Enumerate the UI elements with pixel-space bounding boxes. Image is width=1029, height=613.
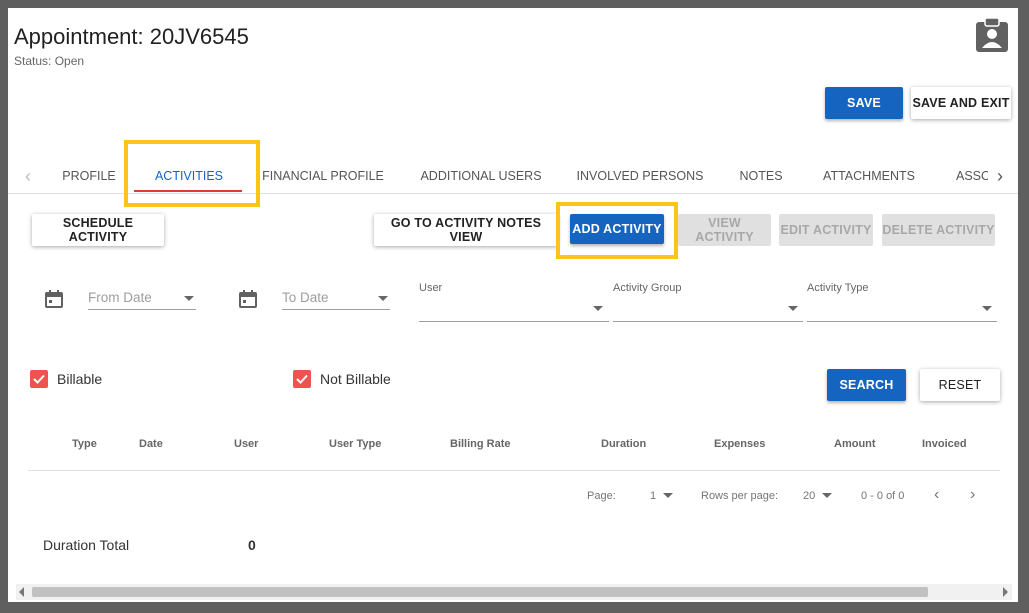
chevron-right-icon[interactable]: ›	[990, 158, 1010, 194]
reset-button[interactable]: RESET	[920, 369, 1000, 401]
status-text: Status: Open	[14, 54, 85, 68]
search-button[interactable]: SEARCH	[827, 369, 906, 401]
checkmark-icon	[33, 374, 45, 384]
to-date-field[interactable]: To Date	[282, 288, 390, 310]
column-header-amount[interactable]: Amount	[834, 438, 876, 450]
not-billable-label: Not Billable	[320, 371, 391, 387]
rows-per-page-label: Rows per page:	[701, 490, 779, 502]
clipboard-user-icon[interactable]	[974, 16, 1010, 54]
duration-total-value: 0	[248, 537, 256, 553]
tab-additional-users[interactable]: ADDITIONAL USERS	[412, 158, 550, 194]
column-header-type[interactable]: Type	[72, 438, 97, 450]
column-header-date[interactable]: Date	[139, 438, 163, 450]
column-header-expenses[interactable]: Expenses	[714, 438, 765, 450]
calendar-icon[interactable]	[238, 289, 258, 309]
tab-notes[interactable]: NOTES	[728, 158, 794, 194]
to-date-placeholder: To Date	[282, 290, 329, 305]
scroll-left-arrow-icon[interactable]	[19, 587, 24, 597]
scrollbar-thumb[interactable]	[32, 587, 928, 597]
rows-per-page-select[interactable]: 20	[803, 490, 815, 502]
chevron-down-icon[interactable]	[663, 493, 673, 498]
pagination-range: 0 - 0 of 0	[861, 490, 905, 502]
highlight-add-activity	[556, 202, 678, 259]
tab-involved-persons[interactable]: INVOLVED PERSONS	[570, 158, 710, 194]
user-select[interactable]	[419, 321, 609, 322]
page-select[interactable]: 1	[650, 490, 656, 502]
table-divider	[28, 470, 1000, 471]
tab-financial-profile[interactable]: FINANCIAL PROFILE	[258, 158, 388, 194]
activity-type-select[interactable]	[807, 321, 997, 322]
previous-page-icon[interactable]: ‹	[934, 486, 939, 504]
from-date-field[interactable]: From Date	[88, 288, 196, 310]
tab-attachments[interactable]: ATTACHMENTS	[814, 158, 924, 194]
column-header-user-type[interactable]: User Type	[329, 438, 381, 450]
column-header-invoiced[interactable]: Invoiced	[922, 438, 967, 450]
save-and-exit-button[interactable]: SAVE AND EXIT	[911, 87, 1011, 119]
billable-label: Billable	[57, 371, 103, 387]
go-to-activity-notes-view-button[interactable]: GO TO ACTIVITY NOTES VIEW	[374, 214, 558, 246]
tab-profile[interactable]: PROFILE	[52, 158, 126, 194]
from-date-placeholder: From Date	[88, 290, 152, 305]
appointment-panel: Appointment: 20JV6545 Status: Open SAVE …	[8, 8, 1018, 602]
not-billable-checkbox[interactable]	[293, 370, 311, 388]
tab-asso[interactable]: ASSO	[956, 158, 988, 194]
page-label: Page:	[587, 490, 616, 502]
save-button[interactable]: SAVE	[825, 87, 903, 119]
chevron-down-icon[interactable]	[982, 306, 992, 311]
chevron-down-icon[interactable]	[593, 306, 603, 311]
duration-total-label: Duration Total	[43, 537, 130, 553]
delete-activity-button[interactable]: DELETE ACTIVITY	[882, 214, 995, 246]
column-header-duration[interactable]: Duration	[601, 438, 646, 450]
scroll-right-arrow-icon[interactable]	[1003, 587, 1008, 597]
activity-group-select-label: Activity Group	[613, 282, 682, 294]
activity-type-select-label: Activity Type	[807, 282, 869, 294]
chevron-down-icon[interactable]	[788, 306, 798, 311]
chevron-down-icon[interactable]	[822, 493, 832, 498]
calendar-icon[interactable]	[44, 289, 64, 309]
view-activity-button[interactable]: VIEW ACTIVITY	[678, 214, 771, 246]
schedule-activity-button[interactable]: SCHEDULE ACTIVITY	[32, 214, 164, 246]
next-page-icon[interactable]: ›	[970, 486, 975, 504]
edit-activity-button[interactable]: EDIT ACTIVITY	[779, 214, 873, 246]
column-header-user[interactable]: User	[234, 438, 258, 450]
horizontal-scrollbar[interactable]	[16, 584, 1012, 600]
column-header-billing-rate[interactable]: Billing Rate	[450, 438, 511, 450]
activity-group-select[interactable]	[613, 321, 803, 322]
chevron-down-icon	[378, 296, 388, 301]
highlight-activities-tab	[124, 140, 260, 207]
user-select-label: User	[419, 282, 443, 294]
chevron-left-icon[interactable]: ‹	[18, 158, 38, 194]
billable-checkbox[interactable]	[30, 370, 48, 388]
chevron-down-icon	[184, 296, 194, 301]
checkmark-icon	[296, 374, 308, 384]
page-title: Appointment: 20JV6545	[14, 24, 249, 49]
